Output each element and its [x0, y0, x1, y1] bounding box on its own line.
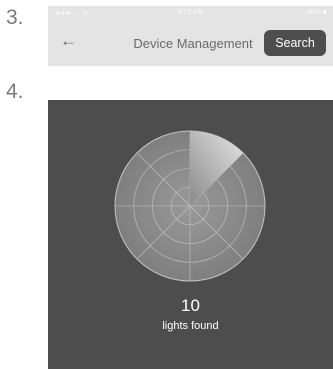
- lights-found-label: lights found: [162, 320, 219, 332]
- step-number-4: 4.: [6, 80, 24, 103]
- status-bar: ●●●○○ ᯤ 9:12 AM 50% ■: [48, 6, 333, 20]
- back-arrow-icon[interactable]: ←: [60, 32, 77, 49]
- lights-count: 10: [181, 296, 200, 315]
- navigation-bar: ●●●○○ ᯤ 9:12 AM 50% ■ ← Device Managemen…: [48, 6, 333, 66]
- radar-screen: 10 lights found: [48, 100, 333, 369]
- search-button[interactable]: Search: [264, 30, 326, 56]
- step-number-3: 3.: [6, 6, 24, 29]
- battery-indicator: 50% ■: [306, 9, 327, 16]
- status-time: 9:12 AM: [177, 9, 204, 16]
- page-title: Device Management: [133, 36, 253, 51]
